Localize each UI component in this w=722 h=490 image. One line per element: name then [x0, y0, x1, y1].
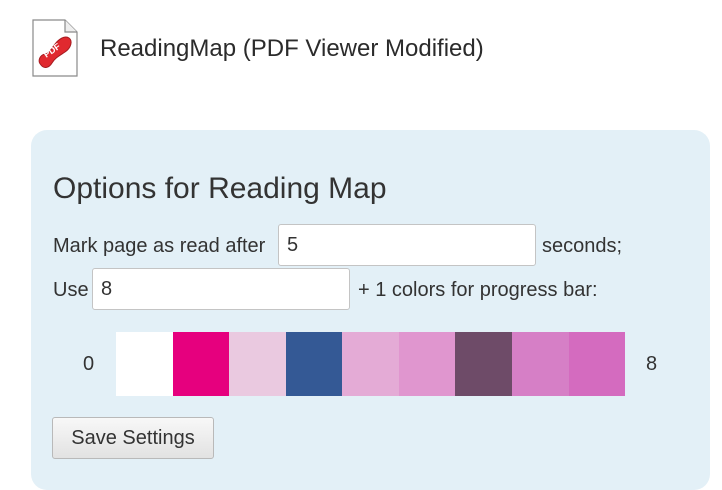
options-panel: Options for Reading Map Mark page as rea… — [31, 130, 710, 490]
mark-read-label: Mark page as read after — [53, 235, 266, 257]
color-count-input[interactable] — [92, 268, 350, 310]
progress-bar-preview: 0 8 — [31, 332, 710, 396]
app-header: PDF ReadingMap (PDF Viewer Modified) — [0, 0, 722, 100]
app-title: ReadingMap (PDF Viewer Modified) — [100, 35, 484, 62]
color-swatch — [398, 332, 456, 396]
progress-min-label: 0 — [83, 353, 95, 375]
mark-read-seconds-input[interactable] — [278, 224, 536, 266]
seconds-label: seconds; — [542, 235, 623, 257]
color-swatch — [285, 332, 343, 396]
progress-max-label: 8 — [646, 353, 658, 375]
color-swatches — [116, 332, 626, 396]
color-swatch — [342, 332, 399, 396]
color-swatch — [511, 332, 569, 396]
color-swatch — [172, 332, 230, 396]
color-swatch — [116, 332, 173, 396]
pdf-file-icon: PDF — [32, 19, 78, 77]
color-swatch — [455, 332, 512, 396]
options-heading: Options for Reading Map — [53, 172, 387, 205]
color-swatch — [568, 332, 626, 396]
color-swatch — [229, 332, 286, 396]
colors-suffix-label: + 1 colors for progress bar: — [358, 279, 598, 301]
save-settings-button[interactable]: Save Settings — [52, 417, 214, 459]
use-label: Use — [53, 279, 89, 301]
